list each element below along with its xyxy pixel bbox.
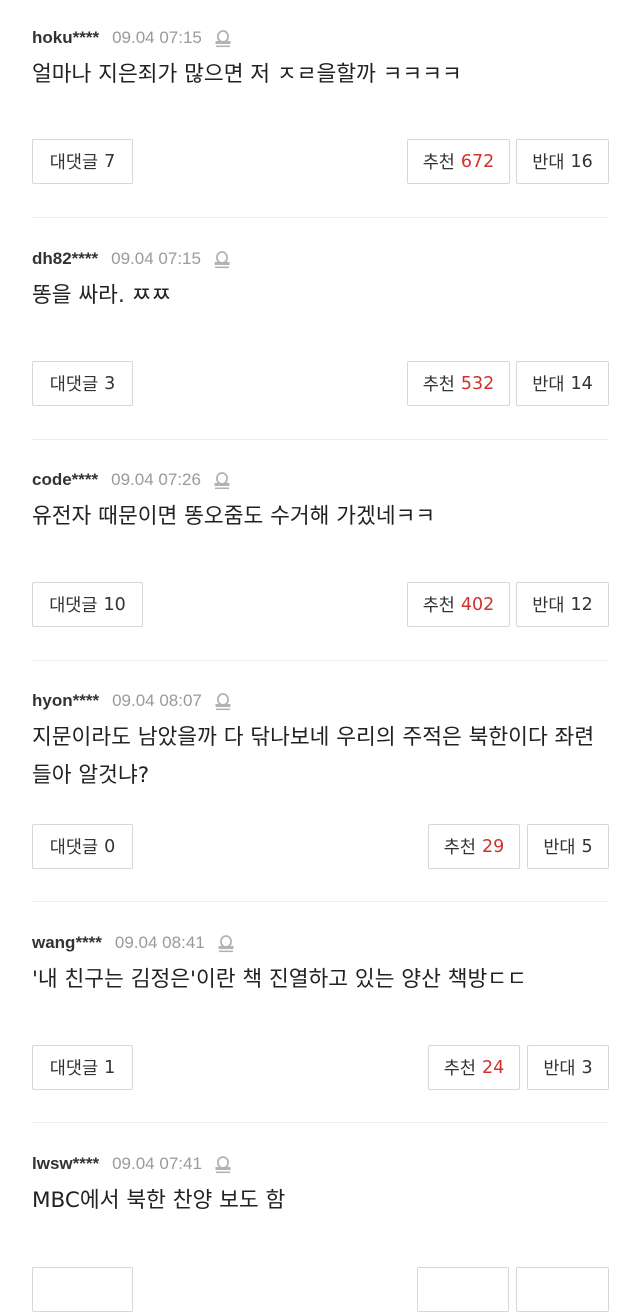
reply-button[interactable]: 대댓글 7 — [32, 139, 133, 184]
like-label: 추천 — [422, 596, 455, 616]
comment-item: hoku**** 09.04 07:15 얼마나 지은죄가 많으면 저 ㅈㄹ을할… — [32, 26, 609, 216]
reply-button[interactable]: 대댓글 3 — [32, 361, 133, 406]
dislike-button[interactable]: 반대 3 — [527, 1045, 609, 1090]
comment-text: 유전자 때문이면 똥오줌도 수거해 가겠네ㅋㅋ — [32, 504, 436, 529]
dislike-label: 반대 — [532, 153, 565, 173]
dislike-count: 5 — [581, 836, 593, 857]
report-bell-icon[interactable] — [217, 933, 235, 953]
comment-item: wang**** 09.04 08:41 '내 친구는 김정은'이란 책 진열하… — [32, 931, 609, 1121]
comment-divider — [32, 439, 609, 440]
reply-count: 10 — [103, 594, 126, 615]
dislike-label: 반대 — [532, 596, 565, 616]
comment-text: '내 친구는 김정은'이란 책 진열하고 있는 양산 책방ㄷㄷ — [32, 967, 527, 992]
reply-label: 대댓글 — [49, 1059, 99, 1079]
like-count: 29 — [481, 836, 505, 857]
reply-button[interactable] — [32, 1267, 133, 1312]
like-label: 추천 — [443, 838, 476, 858]
comment-username[interactable]: hoku**** — [32, 28, 99, 48]
reply-count: 7 — [104, 151, 116, 172]
like-count: 532 — [460, 373, 495, 394]
comment-timestamp: 09.04 08:41 — [114, 933, 205, 952]
like-button[interactable]: 추천 29 — [428, 824, 520, 869]
like-button[interactable] — [417, 1267, 509, 1312]
comment-meta: wang**** 09.04 08:41 — [32, 931, 235, 955]
reply-button[interactable]: 대댓글 10 — [32, 582, 143, 627]
like-button[interactable]: 추천 24 — [428, 1045, 520, 1090]
reply-button[interactable]: 대댓글 1 — [32, 1045, 133, 1090]
comment-username[interactable]: dh82**** — [32, 249, 98, 269]
comment-text: MBC에서 북한 찬양 보도 함 — [32, 1188, 286, 1213]
reply-label: 대댓글 — [49, 596, 98, 616]
dislike-label: 반대 — [543, 1059, 576, 1079]
report-bell-icon[interactable] — [214, 1154, 232, 1174]
comment-meta: code**** 09.04 07:26 — [32, 468, 231, 492]
reply-label: 대댓글 — [49, 375, 99, 395]
comment-divider — [32, 1122, 609, 1123]
reply-count: 1 — [104, 1057, 116, 1078]
dislike-button[interactable] — [516, 1267, 609, 1312]
dislike-count: 12 — [570, 594, 593, 615]
comment-text: 지문이라도 남았을까 다 닦나보네 우리의 주적은 북한이다 좌련들아 알것냐? — [32, 725, 595, 788]
dislike-button[interactable]: 반대 5 — [527, 824, 609, 869]
comment-text: 똥을 싸라. ㅉㅉ — [32, 283, 172, 308]
comment-item: lwsw**** 09.04 07:41 MBC에서 북한 찬양 보도 함 — [32, 1152, 609, 1312]
comment-item: dh82**** 09.04 07:15 똥을 싸라. ㅉㅉ 대댓글 3 추천 53… — [32, 247, 609, 437]
comment-timestamp: 09.04 07:26 — [111, 470, 201, 489]
comment-username[interactable]: hyon**** — [32, 691, 99, 711]
dislike-button[interactable]: 반대 12 — [516, 582, 609, 627]
like-button[interactable]: 추천 672 — [407, 139, 510, 184]
comment-text: 얼마나 지은죄가 많으면 저 ㅈㄹ을할까 ㅋㅋㅋㅋ — [32, 62, 462, 87]
like-count: 402 — [460, 594, 495, 615]
comment-divider — [32, 660, 609, 661]
reply-label: 대댓글 — [49, 153, 99, 173]
like-button[interactable]: 추천 532 — [407, 361, 510, 406]
comment-meta: lwsw**** 09.04 07:41 — [32, 1152, 232, 1176]
reply-count: 0 — [104, 836, 116, 857]
comment-timestamp: 09.04 08:07 — [112, 691, 202, 710]
reply-label: 대댓글 — [49, 838, 99, 858]
dislike-count: 3 — [581, 1057, 593, 1078]
dislike-button[interactable]: 반대 14 — [516, 361, 609, 406]
dislike-label: 반대 — [532, 375, 565, 395]
dislike-count: 14 — [570, 373, 593, 394]
like-count: 672 — [460, 151, 495, 172]
like-count: 24 — [481, 1057, 505, 1078]
comment-username[interactable]: code**** — [32, 470, 98, 490]
comment-divider — [32, 217, 609, 218]
comment-meta: hoku**** 09.04 07:15 — [32, 26, 232, 50]
comment-meta: hyon**** 09.04 08:07 — [32, 689, 232, 713]
like-label: 추천 — [422, 153, 455, 173]
reply-button[interactable]: 대댓글 0 — [32, 824, 133, 869]
comment-timestamp: 09.04 07:15 — [112, 28, 202, 47]
comment-username[interactable]: lwsw**** — [32, 1154, 99, 1174]
comment-item: hyon**** 09.04 08:07 지문이라도 남았을까 다 닦나보네 우… — [32, 689, 609, 899]
comment-meta: dh82**** 09.04 07:15 — [32, 247, 231, 271]
reply-count: 3 — [104, 373, 116, 394]
dislike-button[interactable]: 반대 16 — [516, 139, 609, 184]
like-label: 추천 — [422, 375, 455, 395]
comment-divider — [32, 901, 609, 902]
dislike-label: 반대 — [543, 838, 576, 858]
comment-username[interactable]: wang**** — [32, 933, 102, 953]
report-bell-icon[interactable] — [213, 249, 231, 269]
like-button[interactable]: 추천 402 — [407, 582, 510, 627]
comment-timestamp: 09.04 07:15 — [111, 249, 201, 268]
comment-item: code**** 09.04 07:26 유전자 때문이면 똥오줌도 수거해 가… — [32, 468, 609, 658]
report-bell-icon[interactable] — [214, 691, 232, 711]
dislike-count: 16 — [570, 151, 593, 172]
report-bell-icon[interactable] — [213, 470, 231, 490]
comment-timestamp: 09.04 07:41 — [112, 1154, 202, 1173]
like-label: 추천 — [443, 1059, 476, 1079]
report-bell-icon[interactable] — [214, 28, 232, 48]
